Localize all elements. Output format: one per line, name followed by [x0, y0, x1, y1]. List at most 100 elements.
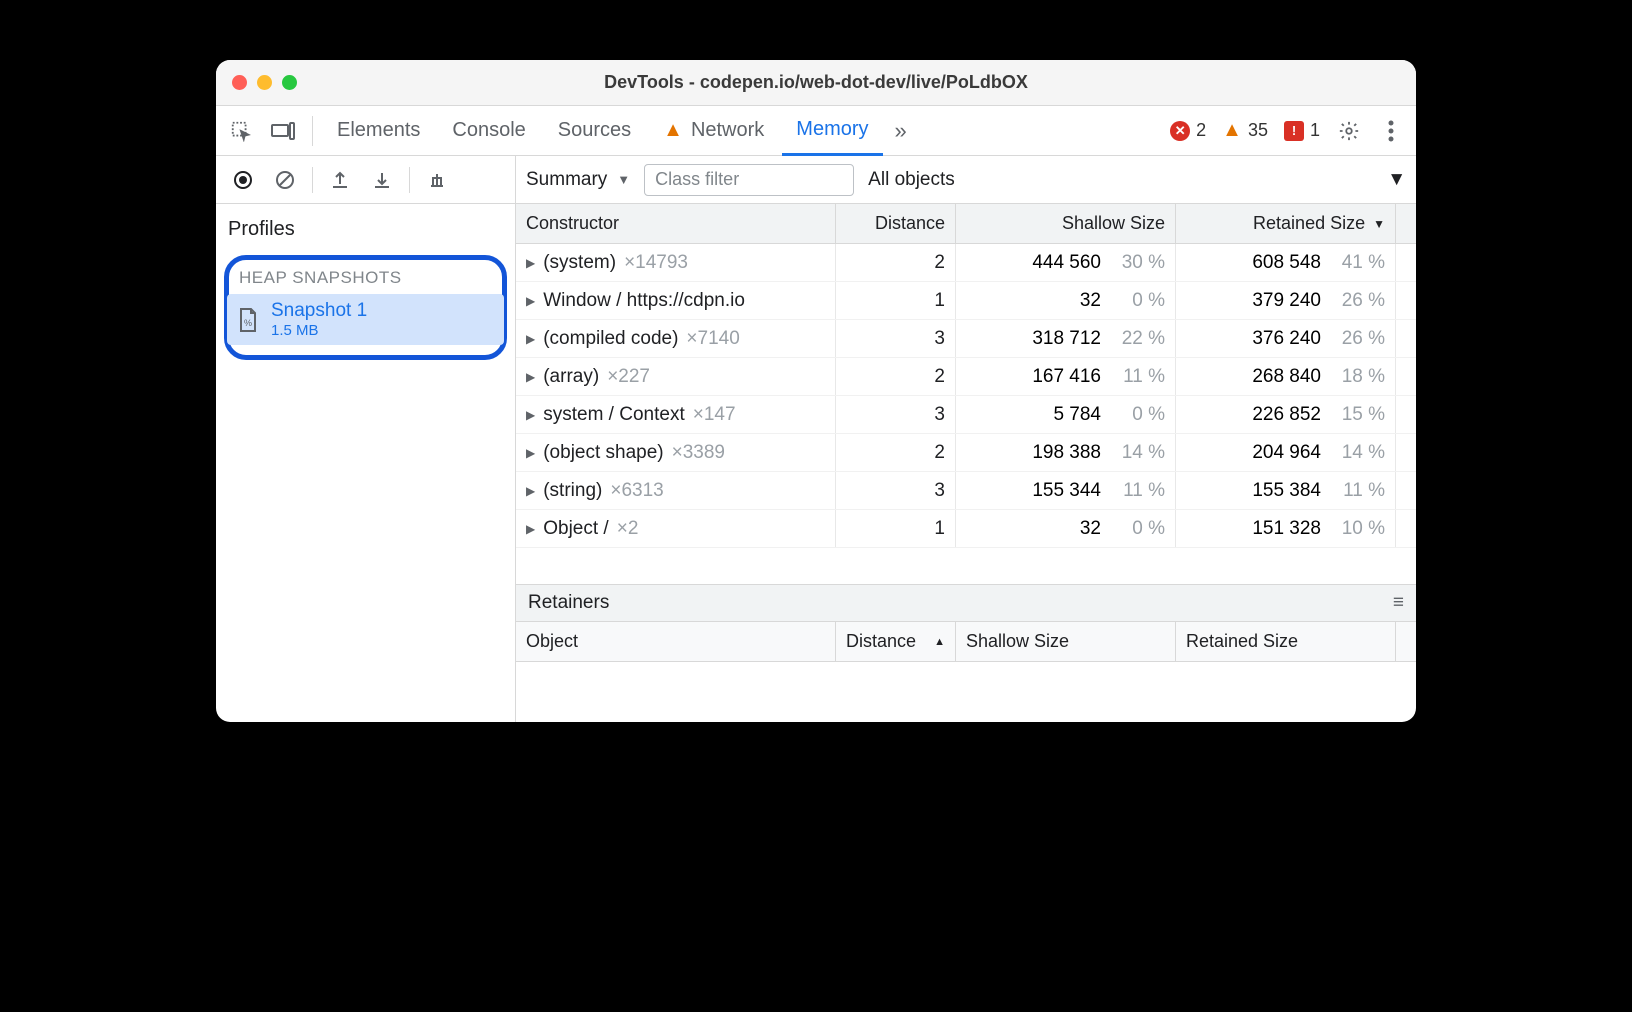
devtools-window: DevTools - codepen.io/web-dot-dev/live/P…	[216, 60, 1416, 722]
retainers-header-row: Object Distance ▲ Shallow Size Retained …	[516, 622, 1416, 662]
expand-icon[interactable]: ▶	[526, 294, 535, 308]
main-tabbar: Elements Console Sources ▲ Network Memor…	[216, 106, 1416, 156]
header-shallow-size[interactable]: Shallow Size	[956, 204, 1176, 243]
sort-desc-icon: ▼	[1373, 217, 1385, 231]
scrollbar-gutter	[1396, 244, 1416, 281]
expand-icon[interactable]: ▶	[526, 484, 535, 498]
retainers-label: Retainers	[528, 592, 609, 614]
snapshot-file-icon: %	[237, 307, 259, 333]
table-row[interactable]: ▶system / Context×14735 7840 %226 85215 …	[516, 396, 1416, 434]
titlebar: DevTools - codepen.io/web-dot-dev/live/P…	[216, 60, 1416, 106]
issue-icon: !	[1284, 121, 1304, 141]
retained-size-cell: 268 84018 %	[1176, 358, 1396, 395]
heap-snapshots-label: HEAP SNAPSHOTS	[233, 268, 498, 294]
instance-count: ×7140	[686, 328, 739, 350]
minimize-window-button[interactable]	[257, 75, 272, 90]
table-row[interactable]: ▶(compiled code)×71403318 71222 %376 240…	[516, 320, 1416, 358]
retained-size-cell: 608 54841 %	[1176, 244, 1396, 281]
header-constructor[interactable]: Constructor	[516, 204, 836, 243]
retainers-body	[516, 662, 1416, 722]
class-filter-placeholder: Class filter	[655, 169, 739, 190]
distance-cell: 1	[836, 510, 956, 547]
table-row[interactable]: ▶(array)×2272167 41611 %268 84018 %	[516, 358, 1416, 396]
menu-icon[interactable]: ≡	[1393, 592, 1404, 614]
instance-count: ×147	[693, 404, 736, 426]
constructor-name: Object /	[543, 518, 608, 540]
distance-cell: 3	[836, 396, 956, 433]
retainers-bar: Retainers ≡	[516, 584, 1416, 622]
table-row[interactable]: ▶(object shape)×33892198 38814 %204 9641…	[516, 434, 1416, 472]
kebab-menu-button[interactable]	[1372, 112, 1410, 150]
expand-icon[interactable]: ▶	[526, 446, 535, 460]
caret-down-icon[interactable]: ▼	[1387, 169, 1406, 191]
issues-count-value: 1	[1310, 120, 1320, 141]
error-count[interactable]: ✕ 2	[1164, 120, 1212, 141]
table-row[interactable]: ▶(string)×63133155 34411 %155 38411 %	[516, 472, 1416, 510]
retainers-header-distance[interactable]: Distance ▲	[836, 622, 956, 661]
constructor-name: (array)	[543, 366, 599, 388]
instance-count: ×6313	[610, 480, 663, 502]
snapshot-name: Snapshot 1	[271, 300, 367, 322]
garbage-collect-button[interactable]	[418, 161, 456, 199]
svg-text:%: %	[244, 318, 252, 328]
tab-elements[interactable]: Elements	[323, 106, 434, 156]
distance-cell: 3	[836, 472, 956, 509]
table-row[interactable]: ▶Window / https://cdpn.io1320 %379 24026…	[516, 282, 1416, 320]
clear-button[interactable]	[266, 161, 304, 199]
header-distance[interactable]: Distance	[836, 204, 956, 243]
tab-console[interactable]: Console	[438, 106, 539, 156]
distance-cell: 2	[836, 358, 956, 395]
expand-icon[interactable]: ▶	[526, 332, 535, 346]
constructor-name: Window / https://cdpn.io	[543, 290, 745, 312]
expand-icon[interactable]: ▶	[526, 256, 535, 270]
table-row[interactable]: ▶(system)×147932444 56030 %608 54841 %	[516, 244, 1416, 282]
divider	[312, 116, 313, 146]
upload-button[interactable]	[321, 161, 359, 199]
view-dropdown[interactable]: Summary ▼	[526, 169, 630, 191]
divider	[409, 167, 410, 193]
inspect-icon[interactable]	[222, 112, 260, 150]
sidebar-toolbar	[216, 156, 515, 204]
settings-button[interactable]	[1330, 112, 1368, 150]
download-button[interactable]	[363, 161, 401, 199]
tab-memory[interactable]: Memory	[782, 106, 882, 156]
retainers-header-shallow[interactable]: Shallow Size	[956, 622, 1176, 661]
device-toggle-icon[interactable]	[264, 112, 302, 150]
retained-size-cell: 376 24026 %	[1176, 320, 1396, 357]
close-window-button[interactable]	[232, 75, 247, 90]
scrollbar-gutter	[1396, 434, 1416, 471]
maximize-window-button[interactable]	[282, 75, 297, 90]
snapshot-item[interactable]: % Snapshot 1 1.5 MB	[227, 294, 504, 345]
shallow-size-cell: 5 7840 %	[956, 396, 1176, 433]
table-header-row: Constructor Distance Shallow Size Retain…	[516, 204, 1416, 244]
retained-size-cell: 155 38411 %	[1176, 472, 1396, 509]
issues-count[interactable]: ! 1	[1278, 120, 1326, 141]
tab-sources[interactable]: Sources	[544, 106, 645, 156]
scope-dropdown[interactable]: All objects	[868, 169, 955, 191]
warning-icon: ▲	[1222, 119, 1242, 142]
header-retained-size[interactable]: Retained Size ▼	[1176, 204, 1396, 243]
shallow-size-cell: 198 38814 %	[956, 434, 1176, 471]
profiles-sidebar: Profiles HEAP SNAPSHOTS % Snapshot 1 1.5…	[216, 156, 516, 722]
retainers-header-object[interactable]: Object	[516, 622, 836, 661]
more-tabs-button[interactable]: »	[887, 118, 915, 144]
distance-cell: 1	[836, 282, 956, 319]
class-filter-input[interactable]: Class filter	[644, 164, 854, 196]
traffic-lights	[232, 75, 297, 90]
scrollbar-gutter	[1396, 510, 1416, 547]
expand-icon[interactable]: ▶	[526, 370, 535, 384]
warning-count[interactable]: ▲ 35	[1216, 119, 1274, 142]
constructor-name: system / Context	[543, 404, 685, 426]
sort-asc-icon: ▲	[934, 636, 945, 648]
table-row[interactable]: ▶Object /×21320 %151 32810 %	[516, 510, 1416, 548]
shallow-size-cell: 320 %	[956, 282, 1176, 319]
tab-network[interactable]: ▲ Network	[649, 106, 778, 156]
expand-icon[interactable]: ▶	[526, 408, 535, 422]
record-button[interactable]	[224, 161, 262, 199]
scrollbar-gutter	[1396, 396, 1416, 433]
expand-icon[interactable]: ▶	[526, 522, 535, 536]
tab-console-label: Console	[452, 119, 525, 142]
retainers-header-retained[interactable]: Retained Size	[1176, 622, 1396, 661]
shallow-size-cell: 318 71222 %	[956, 320, 1176, 357]
error-icon: ✕	[1170, 121, 1190, 141]
